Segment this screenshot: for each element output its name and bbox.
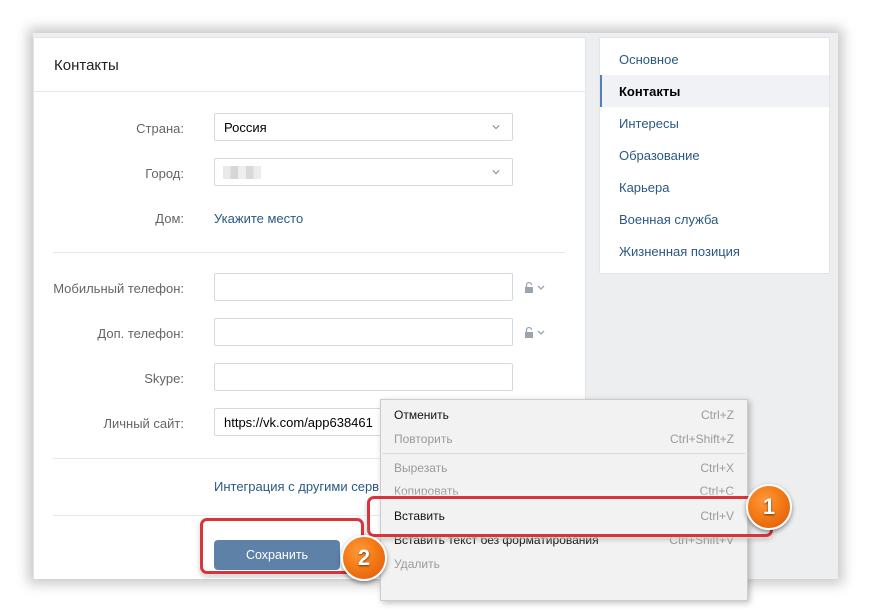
step-badge-2: 2 [341, 535, 387, 581]
menu-item-label: Повторить [394, 432, 453, 446]
menu-item-label: Вырезать [394, 461, 448, 475]
menu-item-shortcut: Ctrl+Z [701, 408, 734, 422]
skype-label: Skype: [144, 371, 184, 386]
menu-item-undo[interactable]: Отменить Ctrl+Z [381, 404, 747, 426]
privacy-lock-icon[interactable] [524, 326, 550, 340]
home-label: Дом: [155, 211, 184, 226]
settings-nav: Основное Контакты Интересы Образование К… [599, 37, 830, 274]
menu-item-label: Удалить [394, 557, 440, 571]
menu-item-shortcut: Ctrl+Shift+Z [669, 432, 734, 446]
extra-phone-input[interactable] [214, 318, 513, 346]
skype-input[interactable] [214, 363, 513, 391]
blurred-city-value [223, 166, 261, 179]
step-badge-1: 1 [746, 484, 792, 530]
privacy-lock-icon[interactable] [524, 281, 550, 295]
home-place-link[interactable]: Укажите место [214, 211, 303, 226]
nav-item-life-position[interactable]: Жизненная позиция [600, 235, 829, 267]
nav-item-military[interactable]: Военная служба [600, 203, 829, 235]
country-select[interactable]: Россия [214, 113, 513, 141]
mobile-phone-label: Мобильный телефон: [53, 281, 184, 296]
highlight-paste-item [367, 496, 773, 537]
mobile-phone-input[interactable] [214, 273, 513, 301]
nav-item-label: Карьера [619, 180, 670, 195]
nav-item-interests[interactable]: Интересы [600, 107, 829, 139]
chevron-down-icon [492, 170, 500, 175]
menu-item-delete[interactable]: Удалить [381, 553, 747, 575]
nav-item-education[interactable]: Образование [600, 139, 829, 171]
nav-item-career[interactable]: Карьера [600, 171, 829, 203]
page-title: Контакты [54, 57, 119, 74]
nav-item-label: Военная служба [619, 212, 719, 227]
panel-header: Контакты [34, 38, 585, 92]
nav-item-label: Жизненная позиция [619, 244, 740, 259]
nav-item-label: Контакты [619, 84, 681, 99]
menu-item-shortcut: Ctrl+X [700, 461, 734, 475]
city-label: Город: [145, 166, 184, 181]
city-select[interactable] [214, 158, 513, 186]
nav-item-label: Основное [619, 52, 679, 67]
nav-item-label: Интересы [619, 116, 679, 131]
site-value: https://vk.com/app638461 [224, 415, 373, 430]
chevron-down-icon [492, 125, 500, 130]
country-value: Россия [224, 120, 267, 135]
integration-link[interactable]: Интеграция с другими серв [214, 479, 379, 494]
divider [53, 252, 565, 253]
highlight-save-button [200, 518, 364, 574]
menu-item-redo[interactable]: Повторить Ctrl+Shift+Z [381, 428, 747, 450]
nav-item-label: Образование [619, 148, 700, 163]
country-label: Страна: [136, 121, 184, 136]
extra-phone-label: Доп. телефон: [97, 326, 184, 341]
nav-item-main[interactable]: Основное [600, 43, 829, 75]
site-label: Личный сайт: [103, 416, 184, 431]
menu-item-label: Отменить [394, 408, 449, 422]
nav-item-contacts[interactable]: Контакты [600, 75, 829, 107]
menu-item-cut[interactable]: Вырезать Ctrl+X [381, 457, 747, 479]
menu-separator [383, 453, 745, 454]
